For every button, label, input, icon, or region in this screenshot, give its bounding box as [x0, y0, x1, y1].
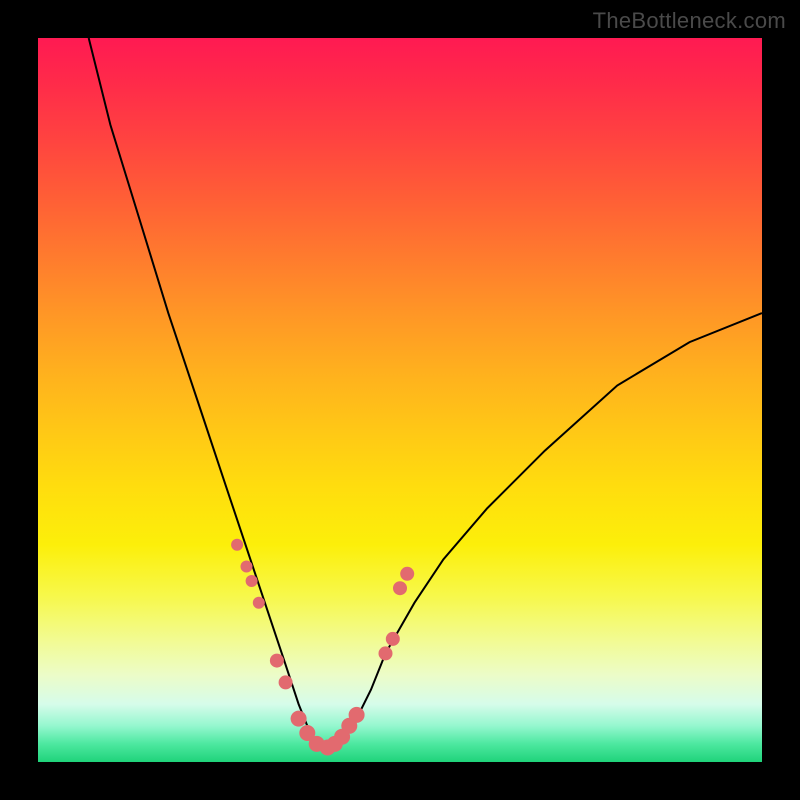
highlight-dot [279, 675, 293, 689]
curve-svg [38, 38, 762, 762]
highlight-dot [386, 632, 400, 646]
highlight-dot [270, 654, 284, 668]
watermark-label: TheBottleneck.com [593, 8, 786, 34]
highlight-dots [231, 539, 414, 756]
highlight-dot [253, 597, 265, 609]
highlight-dot [291, 711, 307, 727]
chart-frame: TheBottleneck.com [0, 0, 800, 800]
highlight-dot [241, 561, 253, 573]
highlight-dot [231, 539, 243, 551]
bottleneck-curve [89, 38, 762, 748]
highlight-dot [379, 646, 393, 660]
highlight-dot [349, 707, 365, 723]
highlight-dot [246, 575, 258, 587]
highlight-dot [400, 567, 414, 581]
highlight-dot [393, 581, 407, 595]
plot-area [38, 38, 762, 762]
